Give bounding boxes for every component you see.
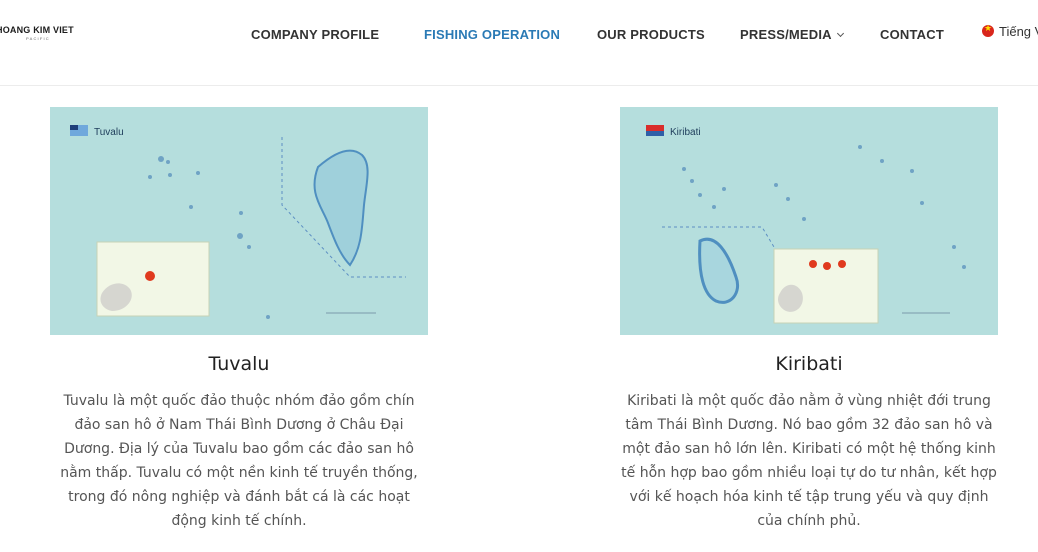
nav-fishing-operation-label: FISHING OPERATION bbox=[424, 27, 561, 42]
nav-company-profile[interactable]: COMPANY PROFILE bbox=[251, 27, 379, 42]
card-title: Kiribati bbox=[775, 353, 843, 375]
site-header: HOANG KIM VIET PACIFIC COMPANY PROFILE F… bbox=[0, 0, 1038, 86]
tuvalu-map[interactable]: Tuvalu bbox=[50, 107, 428, 335]
card-description: Kiribati là một quốc đảo nằm ở vùng nhiệ… bbox=[621, 393, 997, 529]
logo-text: HOANG KIM VIET bbox=[0, 25, 74, 35]
nav-fishing-operation[interactable]: FISHING OPERATION bbox=[424, 27, 560, 42]
nav-contact[interactable]: CONTACT bbox=[880, 27, 944, 42]
nav-press-media-label: PRESS/MEDIA bbox=[740, 27, 832, 42]
chevron-down-icon bbox=[836, 29, 844, 38]
kiribati-location-marker-2 bbox=[823, 262, 831, 270]
card-description: Tuvalu là một quốc đảo thuộc nhóm đảo gồ… bbox=[60, 393, 418, 529]
kiribati-map[interactable]: Kiribati bbox=[620, 107, 998, 335]
nav-contact-label: CONTACT bbox=[880, 27, 944, 42]
language-label: Tiếng V bbox=[999, 24, 1038, 39]
kiribati-map-label: Kiribati bbox=[670, 127, 701, 138]
nav-our-products[interactable]: OUR PRODUCTS bbox=[597, 27, 705, 42]
kiribati-location-marker-1 bbox=[809, 260, 817, 268]
kiribati-location-marker-3 bbox=[838, 260, 846, 268]
kiribati-map-graphic: Kiribati bbox=[646, 125, 966, 324]
vietnam-flag-icon bbox=[982, 23, 994, 37]
nav-our-products-label: OUR PRODUCTS bbox=[597, 27, 705, 42]
country-card-kiribati: Kiribati Kiribati Kiribati là một quốc đ… bbox=[620, 107, 998, 533]
logo-subtext: PACIFIC bbox=[26, 36, 50, 41]
nav-press-media[interactable]: PRESS/MEDIA bbox=[740, 27, 844, 42]
tuvalu-location-marker bbox=[145, 271, 155, 281]
country-card-tuvalu: Tuvalu Tuvalu Tuvalu là một quốc đảo thu… bbox=[50, 107, 428, 533]
language-switcher[interactable]: Tiếng V bbox=[982, 23, 1038, 39]
logo[interactable]: HOANG KIM VIET PACIFIC bbox=[0, 22, 80, 44]
nav-company-profile-label: COMPANY PROFILE bbox=[251, 27, 380, 42]
tuvalu-map-graphic: Tuvalu bbox=[70, 125, 406, 319]
tuvalu-map-label: Tuvalu bbox=[94, 127, 124, 138]
card-title: Tuvalu bbox=[208, 353, 270, 375]
